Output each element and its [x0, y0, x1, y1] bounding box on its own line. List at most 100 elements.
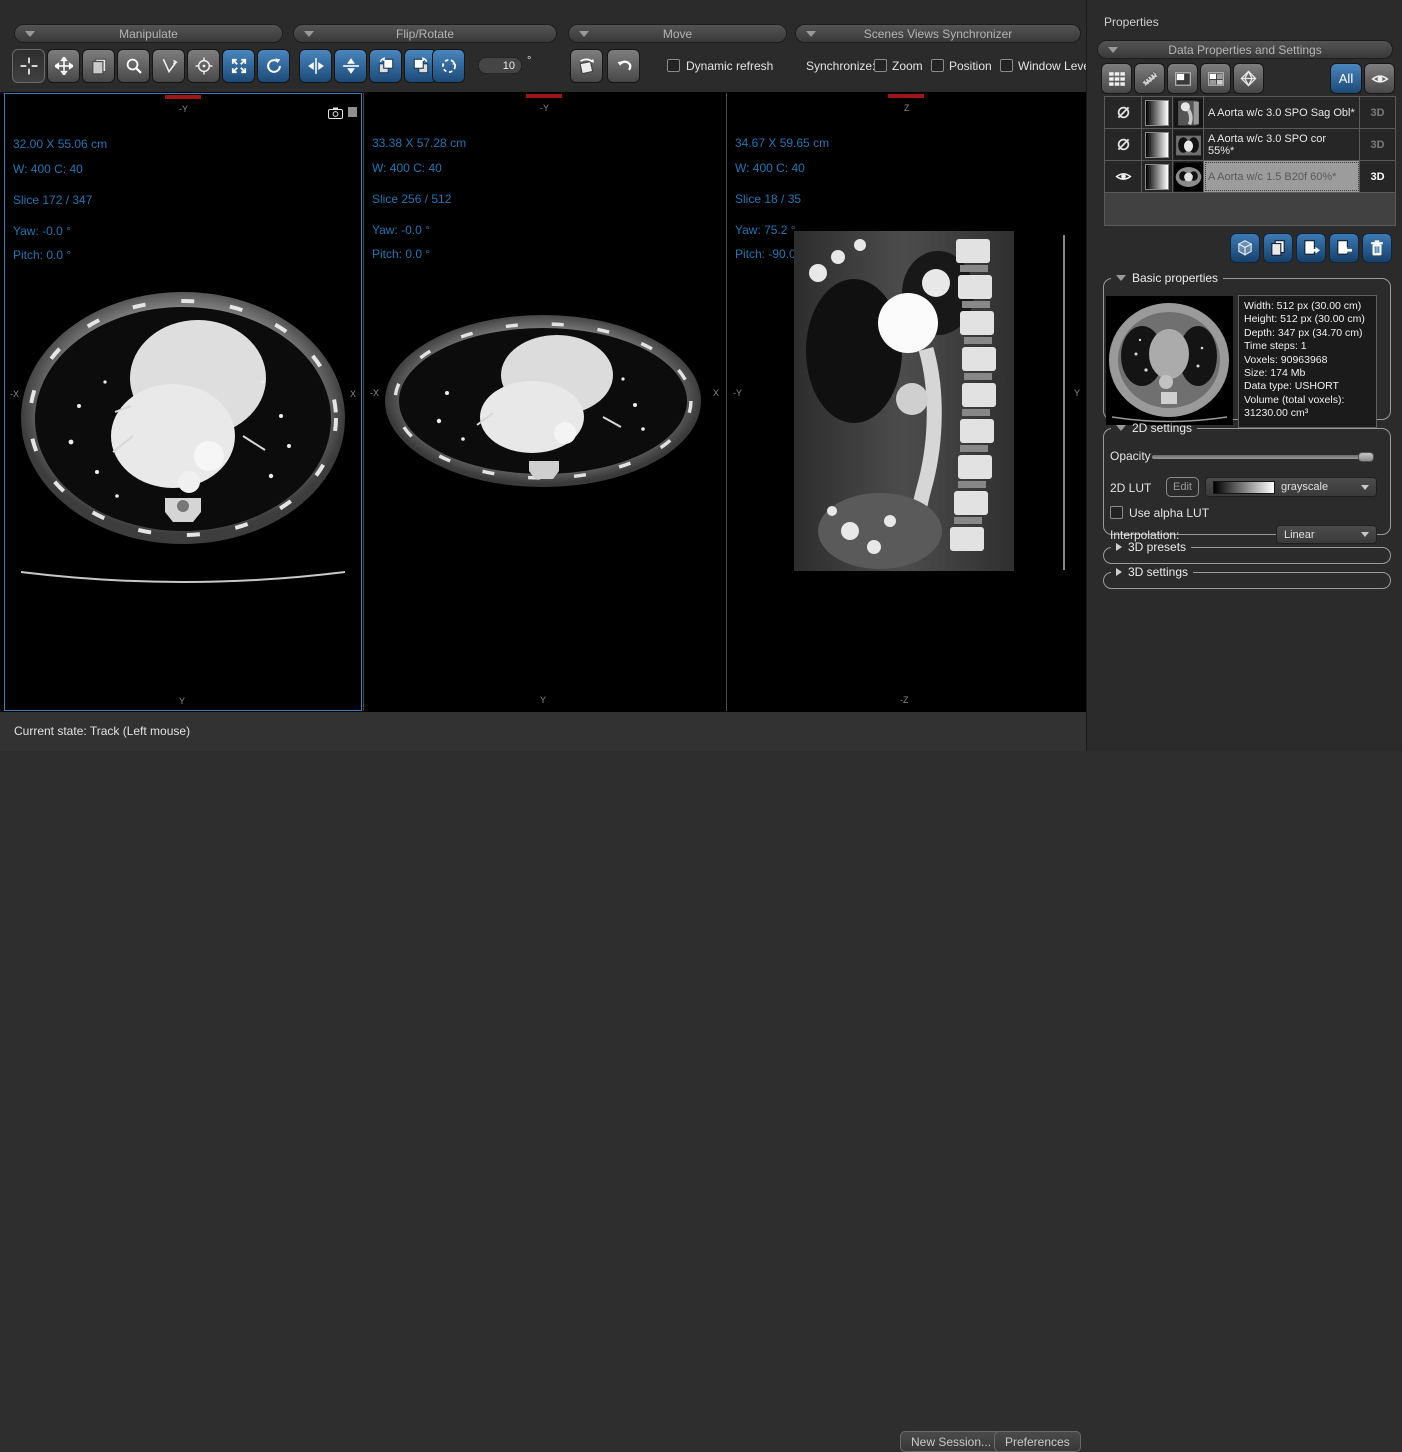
single-pane-button[interactable]	[1167, 63, 1198, 94]
camera-icon[interactable]	[328, 107, 343, 119]
dataset-name[interactable]: A Aorta w/c 3.0 SPO Sag Obl*	[1204, 97, 1360, 128]
target-tool-button[interactable]	[187, 49, 220, 83]
rotation-angle-input[interactable]	[478, 57, 522, 74]
opacity-slider-handle[interactable]	[1358, 452, 1374, 462]
group-label: Scenes Views Synchronizer	[864, 27, 1013, 41]
rotate-3d-button[interactable]	[257, 49, 290, 83]
visibility-toggle[interactable]	[1105, 161, 1142, 192]
dynamic-refresh-checkbox[interactable]	[667, 59, 680, 72]
chevron-down-icon	[25, 31, 35, 37]
fit-expand-button[interactable]	[222, 49, 255, 83]
prop-volume-label: Volume (total voxels):	[1244, 394, 1371, 407]
lut-dropdown[interactable]: grayscale	[1205, 477, 1377, 497]
dataset-name[interactable]: A Aorta w/c 1.5 B20f 60%*	[1204, 161, 1360, 192]
viewport-axial-2[interactable]: -Y Y -X X 33.38 X 57.28 cm W: 400 C: 40 …	[364, 93, 725, 711]
crosshair-tool-button[interactable]	[12, 49, 45, 83]
dataset-row[interactable]: A Aorta w/c 3.0 SPO Sag Obl* 3D	[1105, 97, 1395, 129]
zoom-tool-button[interactable]	[117, 49, 150, 83]
toolbar-group-manipulate[interactable]: Manipulate	[14, 24, 283, 43]
pan-tool-button[interactable]	[47, 49, 80, 83]
toolbar-group-move[interactable]: Move	[568, 24, 787, 43]
basic-properties-legend[interactable]: Basic properties	[1111, 271, 1223, 285]
settings-3d-legend[interactable]: 3D settings	[1111, 565, 1193, 579]
opacity-slider-track[interactable]	[1152, 455, 1374, 459]
gradient-swatch	[1145, 132, 1169, 158]
orientation-bottom-label: Y	[179, 696, 185, 706]
mode-3d-button[interactable]: 3D	[1360, 129, 1395, 160]
rotate-left-button[interactable]	[369, 49, 402, 83]
legend-label: Basic properties	[1132, 271, 1218, 285]
tilt-icon	[577, 57, 596, 76]
delete-button[interactable]	[1362, 233, 1392, 263]
presets-3d-legend[interactable]: 3D presets	[1111, 540, 1191, 554]
toolbar-group-scenes-sync[interactable]: Scenes Views Synchronizer	[795, 24, 1081, 43]
sync-position-checkbox[interactable]	[931, 59, 944, 72]
dataset-row-selected[interactable]: A Aorta w/c 1.5 B20f 60%* 3D	[1105, 161, 1395, 193]
prop-voxels: Voxels: 90963968	[1244, 354, 1371, 367]
dataset-row[interactable]: A Aorta w/c 3.0 SPO cor 55%* 3D	[1105, 129, 1395, 161]
ct-thumb-coronal	[1174, 130, 1203, 160]
angle-tool-button[interactable]	[152, 49, 185, 83]
visibility-toggle[interactable]	[1105, 97, 1142, 128]
group-label: Manipulate	[119, 27, 178, 41]
stack-tool-button[interactable]	[82, 49, 115, 83]
tilt-view-button[interactable]	[570, 49, 603, 83]
hidden-icon	[1115, 136, 1132, 153]
edit-lut-button[interactable]: Edit	[1166, 477, 1199, 497]
export-button[interactable]	[1296, 233, 1326, 263]
new-session-button[interactable]: New Session...	[900, 1431, 1002, 1452]
hidden-icon	[1115, 104, 1132, 121]
pan-icon	[55, 57, 73, 75]
import-button[interactable]	[1329, 233, 1359, 263]
duplicate-button[interactable]	[1263, 233, 1293, 263]
sync-window-levels-checkbox[interactable]	[1000, 59, 1013, 72]
free-rotate-button[interactable]	[432, 49, 465, 83]
preferences-button[interactable]: Preferences	[994, 1431, 1081, 1452]
cube-icon	[1236, 239, 1254, 257]
flip-vertical-button[interactable]	[334, 49, 367, 83]
dataset-name[interactable]: A Aorta w/c 3.0 SPO cor 55%*	[1204, 129, 1360, 160]
edit-button-label: Edit	[1173, 481, 1192, 493]
undo-move-button[interactable]	[607, 49, 640, 83]
settings-2d-legend[interactable]: 2D settings	[1111, 421, 1197, 435]
mode-3d-button[interactable]: 3D	[1360, 161, 1395, 192]
chevron-down-icon	[1361, 532, 1369, 537]
expand-right-icon	[1116, 568, 1122, 576]
show-all-button[interactable]: All	[1330, 63, 1362, 94]
viewport-axial-1[interactable]: -Y Y -X X 32.00 X 55.06 cm W: 400 C: 40 …	[4, 93, 362, 711]
export-icon	[1302, 239, 1320, 257]
lut-thumbnail[interactable]	[1142, 97, 1173, 128]
flip-horizontal-button[interactable]	[299, 49, 332, 83]
synchronize-label: Synchronize:	[806, 59, 875, 73]
all-button-label: All	[1339, 71, 1353, 86]
data-properties-header[interactable]: Data Properties and Settings	[1097, 40, 1393, 59]
quad-pane-button[interactable]	[1200, 63, 1231, 94]
slice-label: Slice 18 / 35	[735, 192, 801, 206]
prism-view-button[interactable]	[1233, 63, 1264, 94]
dataset-info-box: Width: 512 px (30.00 cm) Height: 512 px …	[1238, 295, 1377, 428]
mode-3d-button[interactable]: 3D	[1360, 97, 1395, 128]
visibility-toggle[interactable]	[1105, 129, 1142, 160]
volume-3d-button[interactable]	[1230, 233, 1260, 263]
header-label: Data Properties and Settings	[1168, 43, 1321, 57]
lut-thumbnail[interactable]	[1142, 129, 1173, 160]
viewport-corner-handle[interactable]	[348, 107, 357, 117]
lut-thumbnail[interactable]	[1142, 161, 1173, 192]
group-label: Flip/Rotate	[396, 27, 454, 41]
toolbar-group-flip-rotate[interactable]: Flip/Rotate	[293, 24, 557, 43]
sync-zoom-label: Zoom	[892, 59, 923, 73]
viewport-sagittal[interactable]: Z -Z -Y Y 34.67 X 59.65 cm W: 400 C: 40 …	[727, 93, 1086, 711]
window-level-label: W: 400 C: 40	[372, 161, 442, 175]
dataset-thumbnail[interactable]	[1173, 129, 1204, 160]
alpha-lut-checkbox[interactable]	[1110, 506, 1123, 519]
orientation-left-label: -Y	[733, 388, 742, 398]
orientation-top-label: -Y	[179, 104, 188, 114]
dataset-thumbnail[interactable]	[1173, 97, 1204, 128]
main-toolbar: Manipulate Flip/Rotate °	[0, 0, 1086, 92]
dataset-thumbnail[interactable]	[1173, 161, 1204, 192]
visibility-button[interactable]	[1364, 63, 1395, 94]
measure-button[interactable]	[1134, 63, 1165, 94]
sync-zoom-checkbox[interactable]	[874, 59, 887, 72]
zoom-icon	[125, 57, 143, 75]
grid-view-button[interactable]	[1101, 63, 1132, 94]
